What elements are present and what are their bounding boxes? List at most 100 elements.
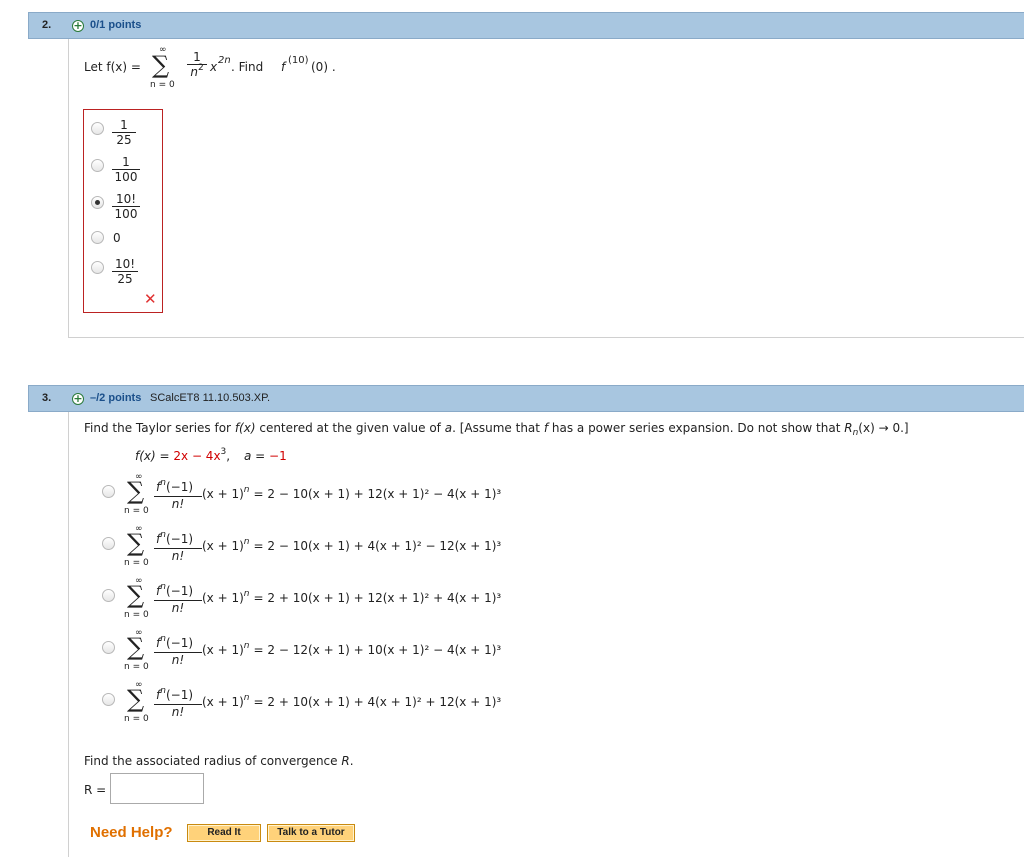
need-help-label: Need Help? — [90, 824, 173, 841]
sum-lower-limit: n = 0 — [124, 506, 149, 516]
points-label: –/2 points — [90, 392, 142, 404]
radio-button[interactable] — [102, 641, 115, 654]
prompt-part-a: Find the Taylor series for — [84, 421, 231, 435]
x-base: x — [210, 60, 218, 74]
radio-button[interactable] — [91, 122, 104, 135]
term-fraction: fn(−1) n! — [154, 634, 202, 667]
radio-button[interactable] — [102, 693, 115, 706]
numerator: 10! — [112, 192, 140, 207]
radius-text: Find the associated radius of convergenc… — [84, 754, 338, 768]
term-den: n! — [171, 497, 185, 511]
source-label: SCalcET8 11.10.503.XP. — [150, 392, 271, 404]
talk-to-tutor-button[interactable]: Talk to a Tutor — [267, 824, 355, 842]
option-rhs: = 2 − 12(x + 1) + 10(x + 1)² − 4(x + 1)³ — [253, 643, 502, 657]
term-fraction: fn(−1) n! — [154, 530, 202, 563]
option-rhs: = 2 + 10(x + 1) + 4(x + 1)² + 12(x + 1)³ — [253, 695, 502, 709]
find-text: . Find — [231, 60, 264, 74]
tail-exp: n — [243, 589, 250, 599]
prompt-let: Let f(x) = — [84, 60, 141, 74]
find-derivative-order: (10) — [288, 55, 309, 66]
radius-dot: . — [349, 754, 354, 768]
prompt-part-c: . [Assume that — [452, 421, 540, 435]
sigma-icon: ∑ — [152, 51, 170, 79]
term-exp: n — [160, 582, 166, 592]
radius-prompt: Find the associated radius of convergenc… — [84, 754, 354, 768]
radio-button-selected[interactable] — [91, 196, 104, 209]
r-label: R = — [84, 783, 107, 797]
term-den: n! — [171, 601, 185, 615]
prompt-part-e: (x) → 0.] — [858, 421, 909, 435]
radius-R: R — [341, 754, 350, 768]
term-exp: n — [160, 478, 166, 488]
radio-button[interactable] — [102, 537, 115, 550]
coef-den-exp: 2 — [197, 63, 204, 73]
question-3-header: 3. + –/2 points SCalcET8 11.10.503.XP. — [28, 385, 1024, 412]
radio-button[interactable] — [91, 231, 104, 244]
question-2-body — [68, 39, 1024, 338]
tail-base: (x + 1) — [202, 643, 244, 657]
radio-button[interactable] — [102, 589, 115, 602]
term-arg: (−1) — [165, 636, 194, 650]
prompt-fx: f(x) — [234, 421, 256, 435]
tail-base: (x + 1) — [202, 591, 244, 605]
x-exponent: 2n — [218, 55, 231, 66]
sum-lower-limit: n = 0 — [124, 558, 149, 568]
term-tail: (x + 1)n = 2 − 10(x + 1) + 12(x + 1)² − 4… — [202, 485, 502, 501]
term-den: n! — [171, 653, 185, 667]
option-rhs: = 2 + 10(x + 1) + 12(x + 1)² + 4(x + 1)³ — [253, 591, 502, 605]
tail-exp: n — [243, 485, 250, 495]
option-rhs: = 2 − 10(x + 1) + 4(x + 1)² − 12(x + 1)³ — [253, 539, 502, 553]
term-exp: n — [160, 634, 166, 644]
term-arg: (−1) — [165, 688, 194, 702]
tail-base: (x + 1) — [202, 539, 244, 553]
prompt-part-d: has a power series expansion. Do not sho… — [551, 421, 841, 435]
sigma-icon: ∑ — [127, 685, 145, 713]
denominator: 100 — [114, 170, 138, 184]
radio-button[interactable] — [91, 261, 104, 274]
prompt-a-var: a — [444, 421, 453, 435]
denominator: 25 — [116, 133, 132, 147]
read-it-button[interactable]: Read It — [187, 824, 261, 842]
prompt-f: f — [543, 421, 549, 435]
denominator: 100 — [114, 207, 138, 221]
term-tail: (x + 1)n = 2 + 10(x + 1) + 4(x + 1)² + 12… — [202, 693, 502, 709]
coefficient-fraction: 1 n2 — [187, 50, 207, 81]
given-comma: , — [226, 449, 231, 463]
given-a-label: a — [243, 449, 252, 463]
option-text: 0 — [113, 231, 121, 245]
given-expression: 2x − 4x — [173, 449, 221, 463]
radio-button[interactable] — [102, 485, 115, 498]
coef-den: n — [190, 65, 198, 79]
numerator: 1 — [112, 118, 136, 133]
given-exponent: 3 — [220, 447, 227, 457]
prompt-part-b: centered at the given value of — [259, 421, 441, 435]
prompt-R: R — [844, 421, 853, 435]
option-fraction: 1 100 — [112, 155, 140, 184]
sigma-icon: ∑ — [127, 529, 145, 557]
expand-plus-icon[interactable]: + — [72, 20, 84, 32]
prompt-n-subscript: n — [852, 428, 859, 438]
given-equals: = — [255, 449, 266, 463]
tail-exp: n — [243, 537, 250, 547]
term-fraction: fn(−1) n! — [154, 478, 202, 511]
question-number: 3. — [42, 392, 52, 404]
given-a-value: −1 — [269, 449, 287, 463]
denominator: 25 — [117, 272, 133, 286]
expand-plus-icon[interactable]: + — [72, 393, 84, 405]
term-arg: (−1) — [165, 584, 194, 598]
term-den: n! — [171, 549, 185, 563]
option-rhs: = 2 − 10(x + 1) + 12(x + 1)² − 4(x + 1)³ — [253, 487, 502, 501]
radius-answer-input[interactable] — [110, 773, 204, 804]
sum-lower-limit: n = 0 — [124, 714, 149, 724]
radio-button[interactable] — [91, 159, 104, 172]
sum-lower-limit: n = 0 — [150, 80, 175, 90]
term-arg: (−1) — [165, 480, 194, 494]
option-fraction: 10! 25 — [112, 257, 138, 286]
term-fraction: fn(−1) n! — [154, 582, 202, 615]
numerator: 1 — [112, 155, 140, 170]
question-3-prompt: Find the Taylor series for f(x) centered… — [84, 421, 909, 438]
sigma-icon: ∑ — [127, 581, 145, 609]
find-arg: (0) . — [311, 60, 336, 74]
sigma-icon: ∑ — [127, 477, 145, 505]
term-tail: (x + 1)n = 2 + 10(x + 1) + 12(x + 1)² + 4… — [202, 589, 502, 605]
